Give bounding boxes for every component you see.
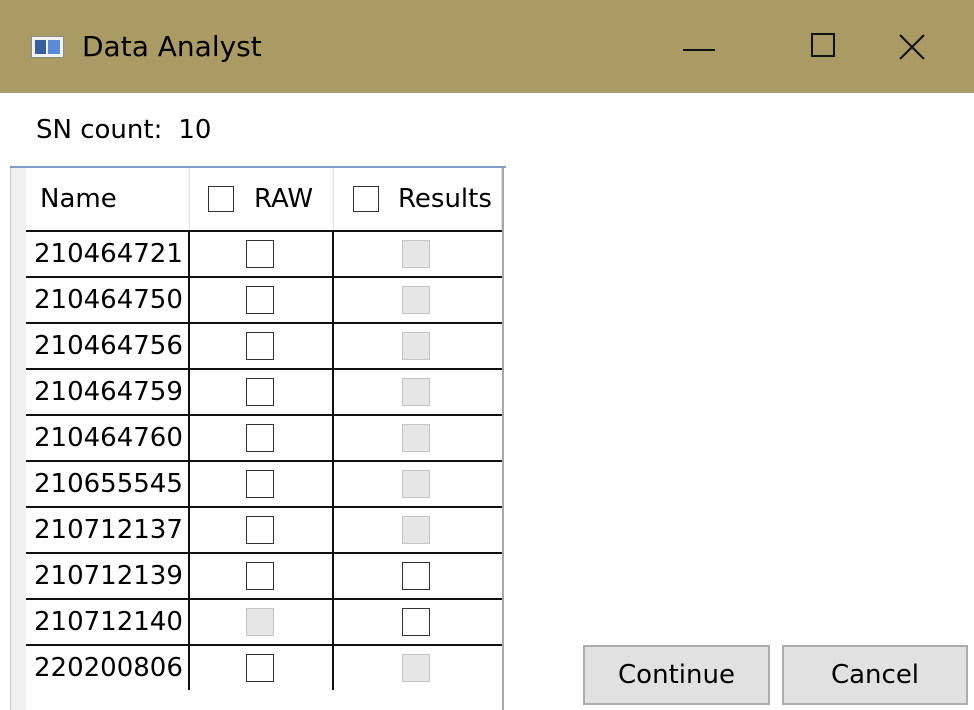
column-header-raw-label: RAW: [254, 184, 314, 214]
raw-checkbox[interactable]: [246, 424, 274, 452]
results-cell: [334, 370, 502, 414]
results-cell: [334, 232, 502, 276]
raw-checkbox[interactable]: [246, 240, 274, 268]
window-title: Data Analyst: [82, 30, 262, 63]
table-row[interactable]: 220200806: [26, 644, 502, 690]
results-checkbox: [402, 516, 430, 544]
raw-cell: [190, 278, 334, 322]
close-button[interactable]: [858, 0, 974, 93]
results-checkbox: [402, 332, 430, 360]
column-header-name-label: Name: [40, 184, 117, 214]
table-row[interactable]: 210464750: [26, 276, 502, 322]
results-cell: [334, 462, 502, 506]
cancel-button[interactable]: Cancel: [782, 645, 968, 705]
raw-cell: [190, 232, 334, 276]
serial-number-cell: 220200806: [26, 646, 190, 690]
raw-checkbox: [246, 608, 274, 636]
results-cell: [334, 554, 502, 598]
continue-button[interactable]: Continue: [583, 645, 770, 705]
results-checkbox[interactable]: [402, 608, 430, 636]
results-checkbox: [402, 378, 430, 406]
raw-cell: [190, 646, 334, 690]
column-header-raw[interactable]: RAW: [190, 168, 334, 230]
maximize-icon: [811, 33, 835, 57]
column-header-results-label: Results: [398, 184, 492, 214]
close-icon: [899, 34, 925, 60]
table-row[interactable]: 210464756: [26, 322, 502, 368]
title-bar[interactable]: Data Analyst: [0, 0, 974, 93]
serial-number-cell: 210464756: [26, 324, 190, 368]
raw-checkbox[interactable]: [246, 516, 274, 544]
select-all-results-checkbox[interactable]: [353, 186, 379, 212]
results-cell: [334, 508, 502, 552]
table-row[interactable]: 210712137: [26, 506, 502, 552]
results-checkbox: [402, 286, 430, 314]
table-row[interactable]: 210655545: [26, 460, 502, 506]
serial-number-cell: 210655545: [26, 462, 190, 506]
results-cell: [334, 416, 502, 460]
app-icon-pane-light: [48, 40, 60, 54]
row-header-strip: [10, 168, 26, 710]
serial-number-cell: 210464721: [26, 232, 190, 276]
raw-cell: [190, 462, 334, 506]
column-header-results[interactable]: Results: [334, 168, 502, 230]
raw-cell: [190, 416, 334, 460]
raw-checkbox[interactable]: [246, 470, 274, 498]
results-cell: [334, 646, 502, 690]
results-checkbox: [402, 470, 430, 498]
results-cell: [334, 324, 502, 368]
table-row[interactable]: 210712139: [26, 552, 502, 598]
sn-count-row: SN count: 10: [36, 112, 211, 148]
results-cell: [334, 600, 502, 644]
results-checkbox: [402, 240, 430, 268]
grid-vertical-divider: [502, 168, 504, 710]
raw-cell: [190, 554, 334, 598]
app-window-icon: [31, 36, 64, 58]
serial-number-cell: 210464750: [26, 278, 190, 322]
results-checkbox: [402, 654, 430, 682]
raw-checkbox[interactable]: [246, 378, 274, 406]
raw-checkbox[interactable]: [246, 654, 274, 682]
results-checkbox[interactable]: [402, 562, 430, 590]
raw-checkbox[interactable]: [246, 562, 274, 590]
table-row[interactable]: 210464721: [26, 230, 502, 276]
minimize-button[interactable]: [642, 0, 758, 93]
raw-cell: [190, 370, 334, 414]
raw-cell: [190, 600, 334, 644]
table-row[interactable]: 210464760: [26, 414, 502, 460]
results-checkbox: [402, 424, 430, 452]
minimize-icon: [683, 49, 715, 51]
raw-cell: [190, 508, 334, 552]
serial-number-cell: 210712140: [26, 600, 190, 644]
raw-cell: [190, 324, 334, 368]
results-cell: [334, 278, 502, 322]
table-row[interactable]: 210464759: [26, 368, 502, 414]
serial-number-cell: 210464759: [26, 370, 190, 414]
maximize-button[interactable]: [758, 0, 874, 93]
sn-count-value: 10: [178, 115, 212, 145]
app-icon-pane-dark: [35, 40, 46, 54]
serial-number-cell: 210712139: [26, 554, 190, 598]
raw-checkbox[interactable]: [246, 286, 274, 314]
column-header-name[interactable]: Name: [26, 168, 190, 230]
select-all-raw-checkbox[interactable]: [208, 186, 234, 212]
table-row[interactable]: 210712140: [26, 598, 502, 644]
serial-number-cell: 210464760: [26, 416, 190, 460]
sn-count-label: SN count:: [36, 115, 163, 145]
raw-checkbox[interactable]: [246, 332, 274, 360]
serial-number-cell: 210712137: [26, 508, 190, 552]
data-analyst-window: Data Analyst SN count: 10 Name RAW Result…: [0, 0, 974, 710]
